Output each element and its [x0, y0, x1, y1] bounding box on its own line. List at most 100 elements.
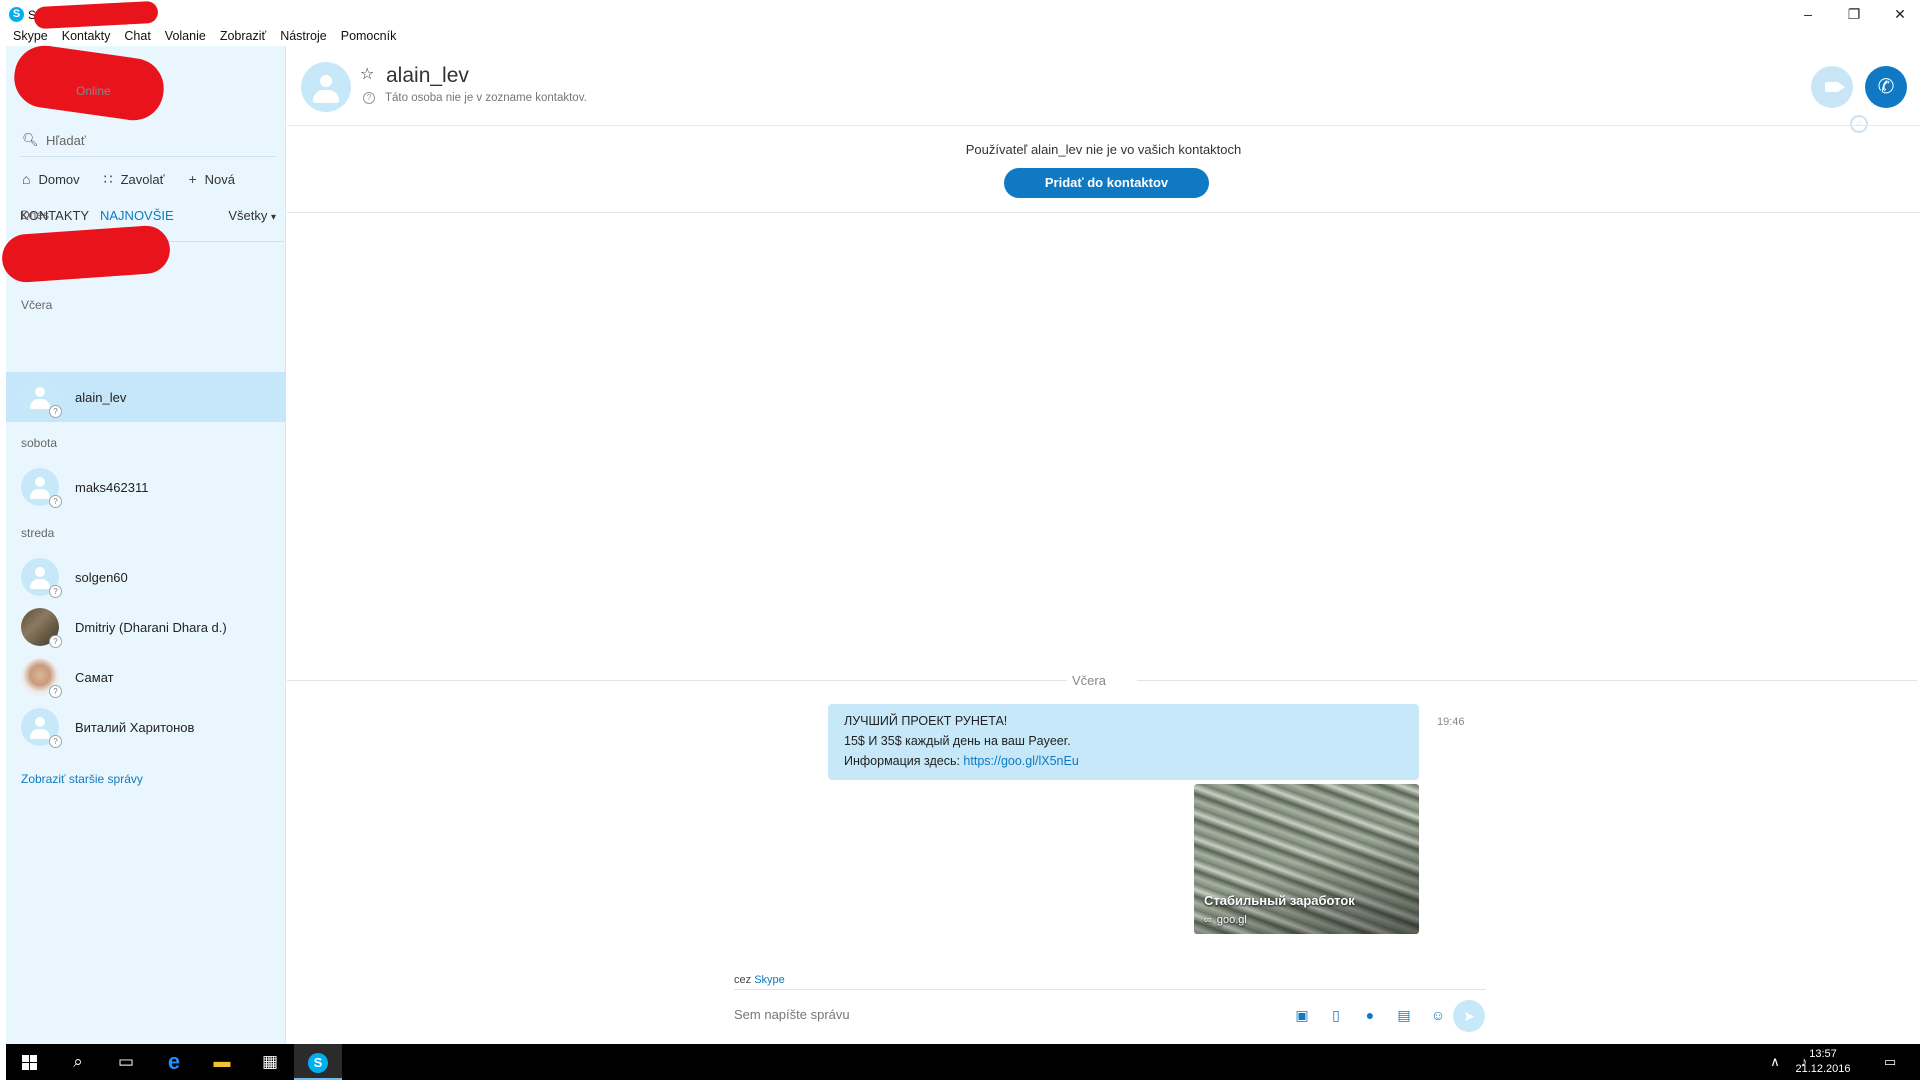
- send-file-icon[interactable]: ▯: [1327, 1006, 1345, 1024]
- message-bubble[interactable]: ЛУЧШИЙ ПРОЕКТ РУНЕТА! 15$ И 35$ каждый д…: [828, 704, 1419, 780]
- contact-item[interactable]: ? Dmitriy (Dharani Dhara d.): [6, 602, 286, 652]
- menu-chat[interactable]: Chat: [117, 26, 157, 46]
- link-preview-card[interactable]: Стабильный заработок ∞ goo.gl: [1194, 784, 1419, 934]
- system-clock[interactable]: 13:57 21.12.2016: [1786, 1047, 1860, 1077]
- send-button[interactable]: ➤: [1453, 1000, 1485, 1032]
- edge-taskbar-button[interactable]: e: [150, 1044, 198, 1080]
- clock-time: 13:57: [1809, 1048, 1837, 1060]
- taskbar: ⌕ ▭ e ▬ ▦ S ∧ ♪ 13:57 21.12.2016 ▭: [6, 1044, 1920, 1080]
- menu-tools[interactable]: Nástroje: [273, 26, 334, 46]
- message-line: ЛУЧШИЙ ПРОЕКТ РУНЕТА!: [844, 714, 1008, 728]
- redaction-mark: [0, 224, 172, 284]
- tray-chevron-icon[interactable]: ∧: [1768, 1044, 1782, 1080]
- menu-contacts[interactable]: Kontakty: [55, 26, 118, 46]
- message-link[interactable]: https://goo.gl/lX5nEu: [963, 754, 1078, 768]
- explorer-taskbar-button[interactable]: ▬: [198, 1044, 246, 1080]
- message-input[interactable]: [734, 1002, 1154, 1026]
- section-saturday: sobota: [21, 436, 58, 450]
- message-line: Информация здесь: https://goo.gl/lX5nEu: [844, 751, 1403, 771]
- contact-item[interactable]: ? solgen60: [6, 552, 286, 602]
- search-box[interactable]: 🔍︎: [22, 128, 272, 152]
- video-camera-icon: [1825, 82, 1845, 92]
- section-wednesday: streda: [21, 526, 55, 540]
- minimize-button[interactable]: –: [1786, 2, 1830, 26]
- unknown-status-icon: ?: [49, 735, 62, 748]
- contact-item[interactable]: ? maks462311: [6, 462, 286, 512]
- store-taskbar-button[interactable]: ▦: [246, 1044, 294, 1080]
- message-text: Информация здесь:: [844, 754, 964, 768]
- video-message-icon[interactable]: ●: [1361, 1006, 1379, 1024]
- conversation-title: alain_lev: [386, 64, 469, 87]
- plus-icon: +: [188, 171, 197, 187]
- search-icon: 🔍︎: [22, 132, 39, 147]
- search-input[interactable]: [46, 132, 266, 148]
- preview-domain: ∞ goo.gl: [1204, 914, 1247, 926]
- notifications-icon[interactable]: ▭: [1880, 1044, 1900, 1080]
- start-button[interactable]: [6, 1044, 54, 1080]
- task-view-button[interactable]: ▭: [102, 1044, 150, 1080]
- windows-logo-icon: [22, 1055, 37, 1070]
- home-label: Domov: [38, 171, 80, 187]
- avatar: ?: [21, 378, 62, 418]
- avatar: ?: [21, 658, 62, 698]
- emoticon-icon[interactable]: ☺: [1429, 1006, 1447, 1024]
- skype-taskbar-button[interactable]: S: [294, 1044, 342, 1080]
- contact-name: Dmitriy (Dharani Dhara d.): [75, 619, 227, 635]
- menu-skype[interactable]: Skype: [6, 26, 55, 46]
- dialpad-button[interactable]: ∷ Zavolať: [104, 171, 165, 188]
- filter-dropdown[interactable]: Všetky ▾: [228, 208, 276, 223]
- unknown-status-icon: ?: [49, 405, 62, 418]
- message-timestamp: 19:46: [1437, 716, 1465, 728]
- clock-date: 21.12.2016: [1795, 1063, 1851, 1075]
- add-to-contacts-button[interactable]: Pridať do kontaktov: [1004, 168, 1209, 198]
- day-separator-label: Včera: [1072, 673, 1106, 688]
- menu-help[interactable]: Pomocník: [334, 26, 404, 46]
- new-button[interactable]: + Nová: [188, 171, 235, 187]
- menu-bar: Skype Kontakty Chat Volanie Zobraziť Nás…: [6, 26, 403, 46]
- user-status[interactable]: Online: [76, 84, 111, 98]
- skype-logo-icon: S: [9, 7, 24, 22]
- contact-name: solgen60: [75, 569, 128, 585]
- globe-icon[interactable]: ○: [1850, 115, 1868, 133]
- video-call-button[interactable]: [1811, 66, 1853, 108]
- via-skype-link[interactable]: Skype: [754, 974, 785, 986]
- search-taskbar-button[interactable]: ⌕: [54, 1044, 102, 1080]
- section-yesterday: Včera: [21, 298, 53, 312]
- menu-view[interactable]: Zobraziť: [213, 26, 273, 46]
- menu-calling[interactable]: Volanie: [158, 26, 213, 46]
- avatar: ?: [21, 708, 62, 748]
- restore-button[interactable]: ❐: [1832, 2, 1876, 26]
- tab-recent[interactable]: NAJNOVŠIE: [100, 208, 174, 223]
- contact-item[interactable]: ? Самат: [6, 652, 286, 702]
- contact-name: maks462311: [75, 479, 149, 495]
- star-icon[interactable]: ☆: [360, 64, 374, 84]
- contact-avatar: [301, 62, 351, 112]
- preview-domain-text: goo.gl: [1216, 914, 1247, 926]
- day-separator-line: [1137, 680, 1917, 681]
- filter-label: Všetky: [228, 208, 268, 223]
- chevron-down-icon: ▾: [270, 212, 276, 223]
- avatar: ?: [21, 558, 62, 598]
- contact-name: Виталий Харитонов: [75, 719, 195, 735]
- audio-call-button[interactable]: ✆: [1865, 66, 1907, 108]
- conversation-subtitle: Táto osoba nie je v zozname kontaktov.: [385, 92, 587, 104]
- contact-item[interactable]: ? alain_lev: [6, 372, 286, 422]
- not-in-contacts-notice: Používateľ alain_lev nie je vo vašich ko…: [965, 142, 1242, 157]
- edge-icon: e: [167, 1049, 181, 1074]
- show-older-link[interactable]: Zobraziť staršie správy: [21, 772, 143, 786]
- avatar: ?: [21, 608, 62, 648]
- nav-row: ⌂ Domov ∷ Zavolať + Nová: [22, 168, 259, 190]
- unknown-status-icon: ?: [49, 685, 62, 698]
- task-view-icon: ▭: [117, 1052, 135, 1071]
- contact-item[interactable]: ? Виталий Харитонов: [6, 702, 286, 752]
- avatar: ?: [21, 468, 62, 508]
- home-button[interactable]: ⌂ Domov: [22, 171, 80, 187]
- send-contact-icon[interactable]: ▤: [1395, 1006, 1413, 1024]
- preview-title: Стабильный заработок: [1204, 893, 1355, 908]
- conversation-pane: ☆ alain_lev ? Táto osoba nie je v zoznam…: [287, 46, 1920, 1044]
- close-button[interactable]: ✕: [1878, 2, 1920, 26]
- phone-icon: ✆: [1877, 76, 1895, 98]
- unknown-status-icon: ?: [49, 585, 62, 598]
- send-image-icon[interactable]: ▣: [1293, 1006, 1311, 1024]
- home-icon: ⌂: [22, 171, 31, 187]
